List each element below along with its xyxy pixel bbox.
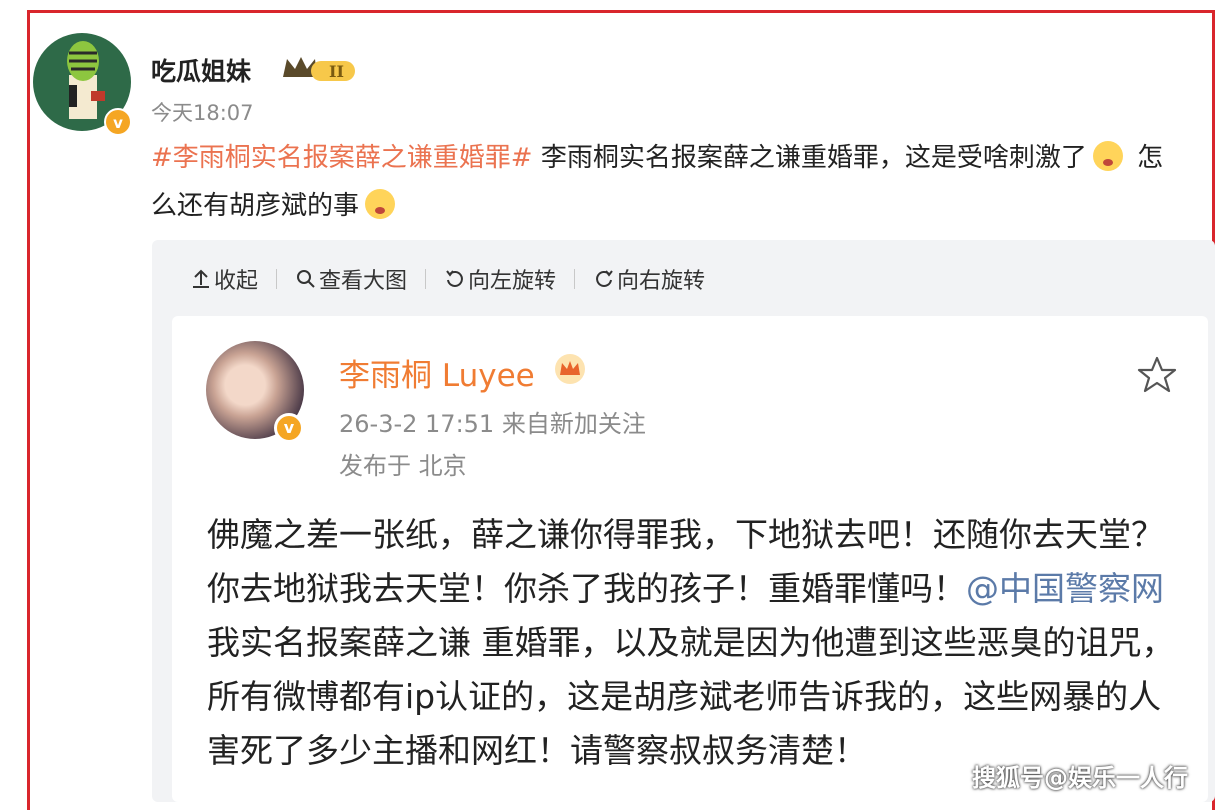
emoji-icon — [1092, 141, 1123, 171]
quoted-body-b: 我实名报案薛之谦 重婚罪，以及就是因为他遭到这些恶臭的诅咒，所有微博都有ip认证… — [207, 623, 1175, 770]
post-text-c: 么还有胡彦斌的事 — [151, 191, 360, 221]
media-toolbar: 收起 查看大图 向左旋转 向右旋转 — [190, 262, 705, 296]
author-name[interactable]: 吃瓜姐妹 — [151, 52, 251, 88]
watermark: 搜狐号@娱乐一人行 — [972, 764, 1188, 792]
post-text-line1: #李雨桐实名报案薛之谦重婚罪# 李雨桐实名报案薛之谦重婚罪，这是受啥刺激了 怎 — [151, 134, 1215, 182]
post-text-line2: 么还有胡彦斌的事 — [151, 182, 401, 230]
toolbar-divider — [276, 269, 278, 289]
quoted-author-name[interactable]: 李雨桐 Luyee — [339, 350, 535, 395]
view-large-button[interactable]: 查看大图 — [295, 263, 407, 295]
mention-link[interactable]: @中国警察网 — [966, 569, 1164, 608]
view-large-label: 查看大图 — [319, 269, 408, 294]
quoted-body: 佛魔之差一张纸，薛之谦你得罪我，下地狱去吧！还随你去天堂？你去地狱我去天堂！你杀… — [207, 508, 1187, 778]
rotate-right-button[interactable]: 向右旋转 — [593, 263, 705, 295]
search-icon — [297, 270, 315, 288]
quoted-location: 发布于 北京 — [339, 452, 467, 480]
post-time: 今天18:07 — [151, 101, 254, 125]
rotate-left-label: 向左旋转 — [468, 269, 557, 294]
upload-icon — [193, 269, 209, 288]
crown-level-icon: II — [283, 57, 355, 81]
post-text-a: 李雨桐实名报案薛之谦重婚罪，这是受啥刺激了 — [532, 143, 1087, 173]
svg-text:II: II — [329, 62, 344, 81]
crown-icon — [555, 354, 585, 384]
star-icon[interactable] — [1137, 355, 1177, 395]
toolbar-divider — [425, 269, 427, 289]
rotate-right-icon — [596, 270, 613, 287]
rotate-left-icon — [446, 270, 463, 287]
post-text-b: 怎 — [1128, 143, 1164, 173]
toolbar-divider — [574, 269, 576, 289]
verified-badge-icon: v — [104, 108, 132, 136]
emoji-icon — [365, 189, 396, 219]
collapse-label: 收起 — [214, 269, 259, 294]
verified-badge-icon: v — [274, 413, 304, 443]
collapse-button[interactable]: 收起 — [190, 263, 258, 295]
hashtag-link[interactable]: #李雨桐实名报案薛之谦重婚罪# — [151, 143, 533, 173]
quoted-meta: 26-3-2 17:51 来自新加关注 — [339, 410, 646, 438]
rotate-right-label: 向右旋转 — [617, 269, 706, 294]
rotate-left-button[interactable]: 向左旋转 — [444, 263, 556, 295]
